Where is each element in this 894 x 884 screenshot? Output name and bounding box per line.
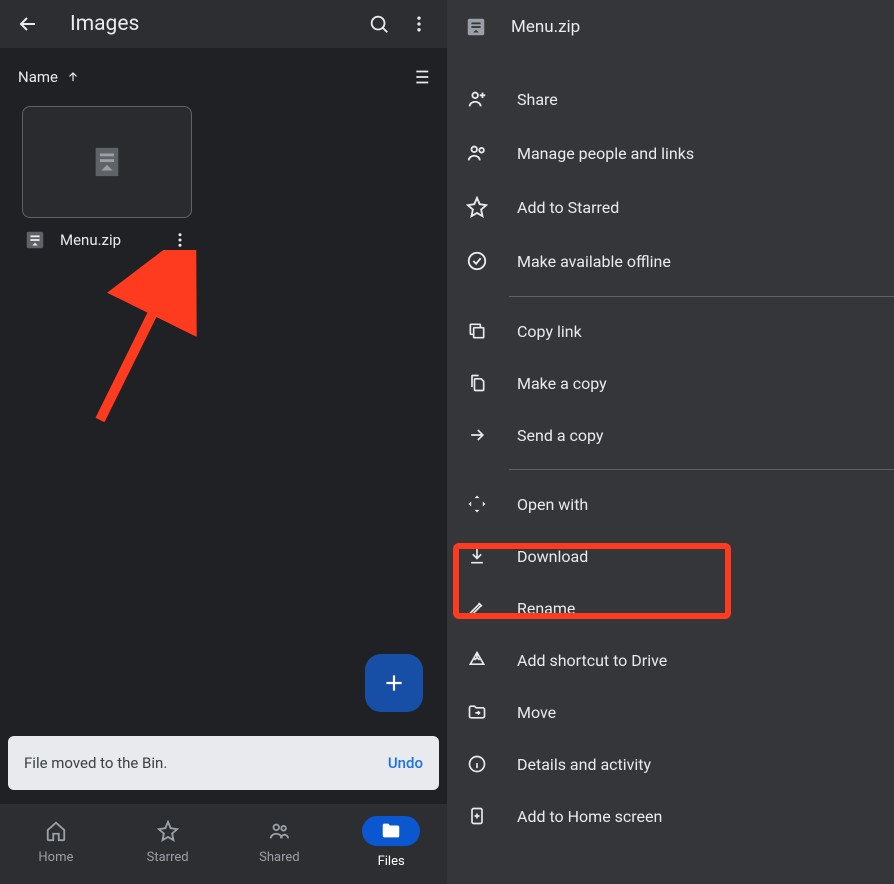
menu-label: Open with — [517, 495, 588, 514]
copy-icon — [465, 321, 489, 341]
menu-copy-link[interactable]: Copy link — [447, 305, 894, 357]
bottom-nav: Home Starred Shared Files — [0, 804, 447, 884]
nav-files[interactable]: Files — [341, 816, 441, 869]
menu-add-shortcut[interactable]: Add shortcut to Drive — [447, 634, 894, 686]
people-icon — [465, 142, 489, 164]
arrow-up-icon — [66, 70, 80, 84]
menu-label: Download — [517, 547, 588, 566]
star-icon — [465, 196, 489, 218]
info-icon — [465, 754, 489, 774]
menu-label: Add to Starred — [517, 198, 619, 217]
sort-button[interactable]: Name — [18, 68, 80, 86]
menu-label: Add shortcut to Drive — [517, 651, 667, 670]
menu-download[interactable]: Download — [447, 530, 894, 582]
file-copy-icon — [465, 373, 489, 393]
home-icon — [45, 820, 67, 842]
menu-label: Details and activity — [517, 755, 651, 774]
file-type-icon — [465, 16, 487, 38]
nav-starred[interactable]: Starred — [118, 820, 218, 865]
menu-label: Make available offline — [517, 252, 671, 271]
menu-label: Make a copy — [517, 374, 607, 393]
file-name: Menu.zip — [60, 231, 154, 249]
menu-send-copy[interactable]: Send a copy — [447, 409, 894, 461]
view-toggle-button[interactable] — [409, 66, 431, 88]
menu-share[interactable]: Share — [447, 72, 894, 126]
menu-add-starred[interactable]: Add to Starred — [447, 180, 894, 234]
nav-home[interactable]: Home — [6, 820, 106, 865]
menu-label: Rename — [517, 599, 575, 618]
menu-rename[interactable]: Rename — [447, 582, 894, 634]
right-pane: Menu.zip Share Manage people and links A… — [447, 0, 894, 884]
menu-label: Copy link — [517, 322, 582, 341]
menu-manage-people[interactable]: Manage people and links — [447, 126, 894, 180]
star-icon — [157, 820, 179, 842]
menu-move[interactable]: Move — [447, 686, 894, 738]
page-title: Images — [70, 12, 359, 36]
add-homescreen-icon — [465, 806, 489, 826]
person-add-icon — [465, 88, 489, 110]
open-with-icon — [465, 494, 489, 514]
send-icon — [465, 425, 489, 445]
people-icon — [268, 820, 290, 842]
file-icon — [90, 145, 124, 179]
sheet-header: Menu.zip — [447, 0, 894, 54]
search-button[interactable] — [359, 4, 399, 44]
menu-offline[interactable]: Make available offline — [447, 234, 894, 288]
top-bar: Images — [0, 0, 447, 48]
toast: File moved to the Bin. Undo — [8, 736, 439, 790]
file-tile[interactable]: Menu.zip — [22, 106, 192, 252]
toast-message: File moved to the Bin. — [24, 754, 167, 772]
offline-icon — [465, 250, 489, 272]
sort-label-text: Name — [18, 68, 58, 86]
file-type-icon — [24, 229, 46, 251]
folder-icon — [380, 820, 402, 842]
download-icon — [465, 546, 489, 566]
menu-label: Move — [517, 703, 556, 722]
menu-label: Send a copy — [517, 426, 603, 445]
menu-add-homescreen[interactable]: Add to Home screen — [447, 790, 894, 842]
menu-open-with[interactable]: Open with — [447, 478, 894, 530]
edit-icon — [465, 598, 489, 618]
menu-label: Add to Home screen — [517, 807, 662, 826]
file-thumbnail — [22, 106, 192, 218]
sort-row: Name — [0, 48, 447, 106]
annotation-arrow — [82, 250, 202, 430]
move-folder-icon — [465, 702, 489, 722]
nav-label: Home — [38, 850, 73, 865]
sheet-title: Menu.zip — [511, 17, 580, 37]
divider — [509, 296, 894, 297]
fab-add-button[interactable] — [365, 654, 423, 712]
menu-label: Manage people and links — [517, 144, 694, 163]
left-pane: Images Name Menu.zip — [0, 0, 447, 884]
more-button[interactable] — [399, 4, 439, 44]
undo-button[interactable]: Undo — [388, 754, 423, 772]
menu-list: Share Manage people and links Add to Sta… — [447, 54, 894, 842]
nav-shared[interactable]: Shared — [229, 820, 329, 865]
nav-label: Starred — [147, 850, 189, 865]
nav-label: Files — [378, 854, 405, 869]
menu-make-copy[interactable]: Make a copy — [447, 357, 894, 409]
drive-shortcut-icon — [465, 650, 489, 670]
file-more-button[interactable] — [168, 228, 192, 252]
divider — [509, 469, 894, 470]
file-row: Menu.zip — [22, 218, 192, 252]
back-button[interactable] — [8, 4, 48, 44]
nav-label: Shared — [259, 850, 299, 865]
menu-label: Share — [517, 90, 558, 109]
menu-details[interactable]: Details and activity — [447, 738, 894, 790]
